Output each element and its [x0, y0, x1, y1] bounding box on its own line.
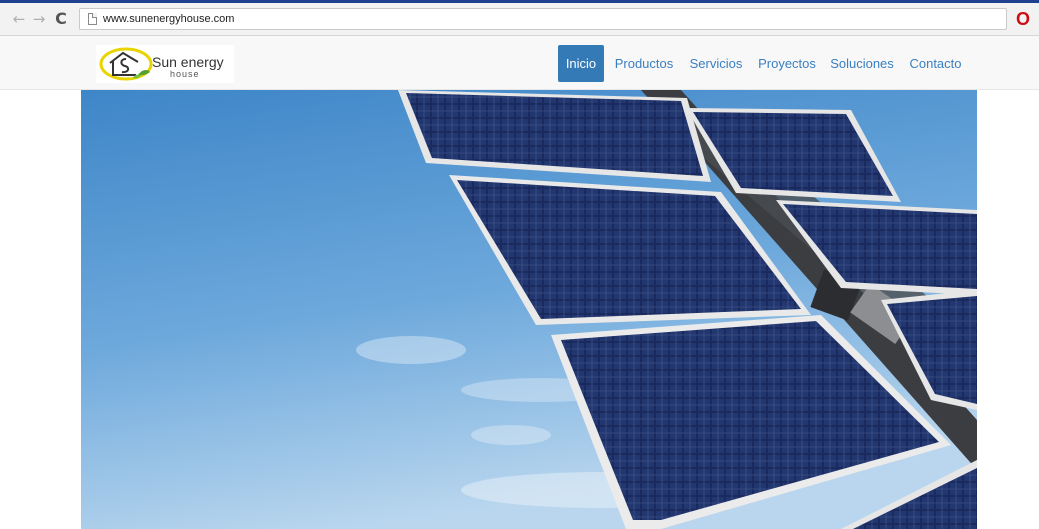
page-icon [88, 13, 97, 25]
forward-arrow-icon[interactable]: → [30, 9, 48, 29]
nav-contacto[interactable]: Contacto [908, 45, 963, 82]
nav-servicios[interactable]: Servicios [688, 45, 744, 82]
url-text[interactable]: www.sunenergyhouse.com [103, 12, 234, 27]
hero-banner [81, 90, 977, 529]
solar-panels-image [81, 90, 977, 529]
browser-toolbar: ← → C www.sunenergyhouse.com O [0, 3, 1039, 36]
opera-menu-icon[interactable]: O [1013, 9, 1033, 29]
reload-icon[interactable]: C [52, 9, 70, 29]
nav-inicio[interactable]: Inicio [558, 45, 604, 82]
site-navbar: Sun energy house Inicio Productos Servic… [0, 36, 1039, 90]
nav-soluciones[interactable]: Soluciones [830, 45, 894, 82]
nav-proyectos[interactable]: Proyectos [757, 45, 817, 82]
nav-productos[interactable]: Productos [614, 45, 674, 82]
logo-word-top: Sun energy [152, 54, 224, 70]
back-arrow-icon[interactable]: ← [10, 9, 28, 29]
sun-energy-house-logo-icon: Sun energy house [99, 47, 224, 81]
logo-word-bottom: house [170, 69, 200, 79]
site-logo[interactable]: Sun energy house [96, 45, 234, 83]
address-bar[interactable]: www.sunenergyhouse.com [79, 8, 1007, 30]
